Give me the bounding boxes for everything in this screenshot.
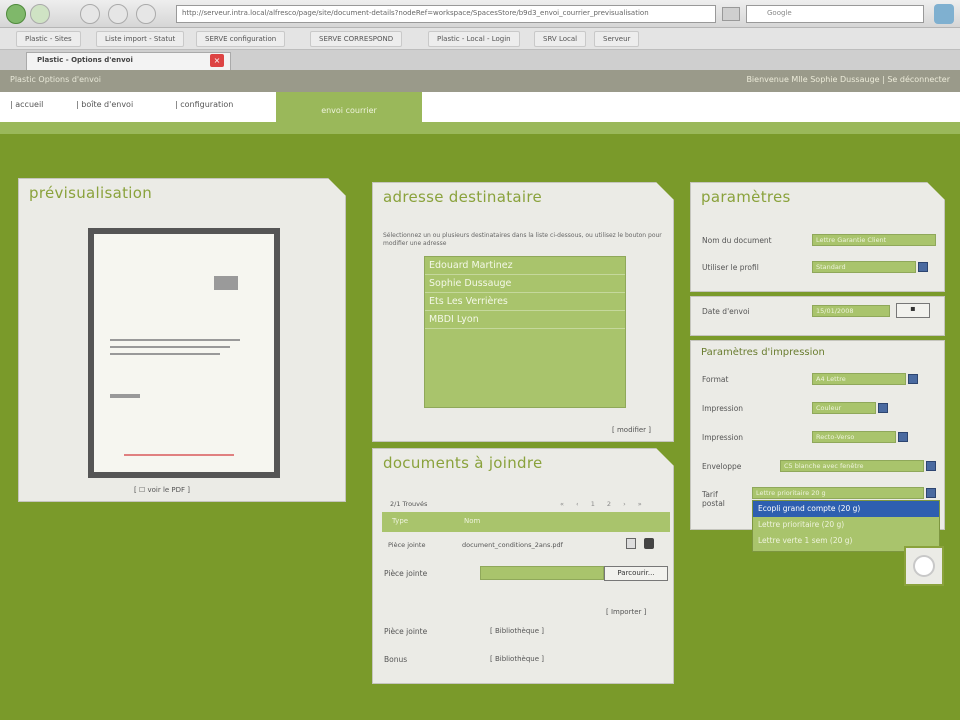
user-welcome[interactable]: Bienvenue Mlle Sophie Dussauge | Se déco…: [746, 75, 950, 84]
list-item[interactable]: Ets Les Verrières: [425, 293, 625, 311]
print-label: Enveloppe: [702, 462, 742, 471]
column-header-name: Nom: [464, 517, 481, 525]
document-row-name: document_conditions_2ans.pdf: [462, 541, 563, 549]
recipients-intro: Sélectionnez un ou plusieurs destinatair…: [383, 232, 662, 247]
pdf-icon: ☐: [138, 486, 146, 494]
attach-label: Pièce jointe: [384, 569, 428, 578]
column-header-type: Type: [392, 517, 409, 525]
url-bar[interactable]: http://serveur.intra.local/alfresco/page…: [176, 5, 716, 23]
nav-boite-envoi[interactable]: | boîte d'envoi: [76, 100, 133, 109]
stop-icon[interactable]: [108, 4, 128, 24]
recipients-title: adresse destinataire: [383, 188, 543, 206]
date-label: Date d'envoi: [702, 307, 750, 316]
app-title: Plastic Options d'envoi: [10, 75, 101, 84]
duplex-select[interactable]: Recto-Verso: [812, 431, 896, 443]
pagination[interactable]: « ‹ 1 2 › »: [560, 500, 647, 508]
print-label: Impression: [702, 404, 744, 413]
app-nav: [0, 92, 960, 122]
send-button[interactable]: [904, 546, 944, 586]
print-label: Tarif postal: [702, 490, 725, 508]
library-row-label: Pièce jointe: [384, 627, 428, 636]
import-link[interactable]: [ Importer ]: [606, 608, 646, 616]
bookmark-item[interactable]: SERVE configuration: [196, 31, 286, 47]
dropdown-option-selected[interactable]: Ecopli grand compte (20 g): [753, 501, 939, 517]
params-title: paramètres: [701, 188, 791, 206]
bookmark-item[interactable]: Serveur: [594, 31, 640, 47]
envelope-select[interactable]: C5 blanche avec fenêtre: [780, 460, 924, 472]
document-row-type: Pièce jointe: [388, 541, 426, 549]
search-input[interactable]: Google: [746, 5, 924, 23]
calendar-icon[interactable]: ▪: [896, 303, 930, 318]
chevron-down-icon[interactable]: [878, 403, 888, 413]
send-icon: [915, 557, 933, 575]
print-label: Format: [702, 375, 729, 384]
home-icon[interactable]: [136, 4, 156, 24]
library-link[interactable]: [ Bibliothèque ]: [490, 655, 544, 663]
chevron-down-icon[interactable]: [918, 262, 928, 272]
bookmark-item[interactable]: SRV Local: [534, 31, 587, 47]
delete-icon[interactable]: [644, 538, 654, 549]
nav-accueil[interactable]: | accueil: [10, 100, 43, 109]
color-select[interactable]: Couleur: [812, 402, 876, 414]
bookmark-item[interactable]: Liste import - Statut: [96, 31, 185, 47]
view-pdf-link[interactable]: [ ☐ voir le PDF ]: [134, 486, 190, 494]
recipients-list[interactable]: Edouard Martinez Sophie Dussauge Ets Les…: [424, 256, 626, 408]
print-title: Paramètres d'impression: [701, 347, 825, 358]
browser-tab[interactable]: Plastic - Options d'envoi: [26, 52, 231, 70]
chevron-down-icon[interactable]: [908, 374, 918, 384]
menu-icon[interactable]: [934, 4, 954, 24]
print-label: Impression: [702, 433, 744, 442]
document-name-input[interactable]: Lettre Garantie Client: [812, 234, 936, 246]
documents-table-header: Type Nom: [382, 512, 670, 532]
modify-recipient-link[interactable]: [ modifier ]: [612, 426, 651, 434]
chevron-down-icon[interactable]: [898, 432, 908, 442]
library-row-label: Bonus: [384, 655, 408, 664]
browse-button[interactable]: Parcourir...: [604, 566, 668, 581]
date-input[interactable]: 15/01/2008: [812, 305, 890, 317]
attach-file-input[interactable]: [480, 566, 604, 580]
document-preview: [88, 228, 280, 478]
documents-title: documents à joindre: [383, 454, 543, 472]
list-item[interactable]: Edouard Martinez: [425, 257, 625, 275]
list-item[interactable]: MBDI Lyon: [425, 311, 625, 329]
go-icon[interactable]: [722, 7, 740, 21]
dropdown-option[interactable]: Lettre prioritaire (20 g): [753, 517, 939, 533]
reload-icon[interactable]: [80, 4, 100, 24]
postage-select[interactable]: Lettre prioritaire 20 g: [752, 487, 924, 499]
bookmark-item[interactable]: Plastic - Sites: [16, 31, 81, 47]
profile-select[interactable]: Standard: [812, 261, 916, 273]
documents-count: 2/1 Trouvés: [390, 500, 428, 508]
chevron-down-icon[interactable]: [926, 488, 936, 498]
forward-icon[interactable]: [30, 4, 50, 24]
bookmark-item[interactable]: Plastic - Local - Login: [428, 31, 520, 47]
back-icon[interactable]: [6, 4, 26, 24]
format-select[interactable]: A4 Lettre: [812, 373, 906, 385]
nav-underline: [0, 122, 960, 134]
chevron-down-icon[interactable]: [926, 461, 936, 471]
param-label: Nom du document: [702, 236, 772, 245]
tab-envoi-courrier[interactable]: envoi courrier: [276, 92, 422, 132]
close-icon[interactable]: ×: [210, 54, 224, 67]
bookmark-item[interactable]: SERVE CORRESPOND: [310, 31, 403, 47]
param-label: Utiliser le profil: [702, 263, 759, 272]
nav-configuration[interactable]: | configuration: [175, 100, 233, 109]
postage-dropdown[interactable]: Ecopli grand compte (20 g) Lettre priori…: [752, 500, 940, 552]
preview-title: prévisualisation: [29, 184, 153, 202]
list-item[interactable]: Sophie Dussauge: [425, 275, 625, 293]
edit-icon[interactable]: [626, 538, 636, 549]
library-link[interactable]: [ Bibliothèque ]: [490, 627, 544, 635]
